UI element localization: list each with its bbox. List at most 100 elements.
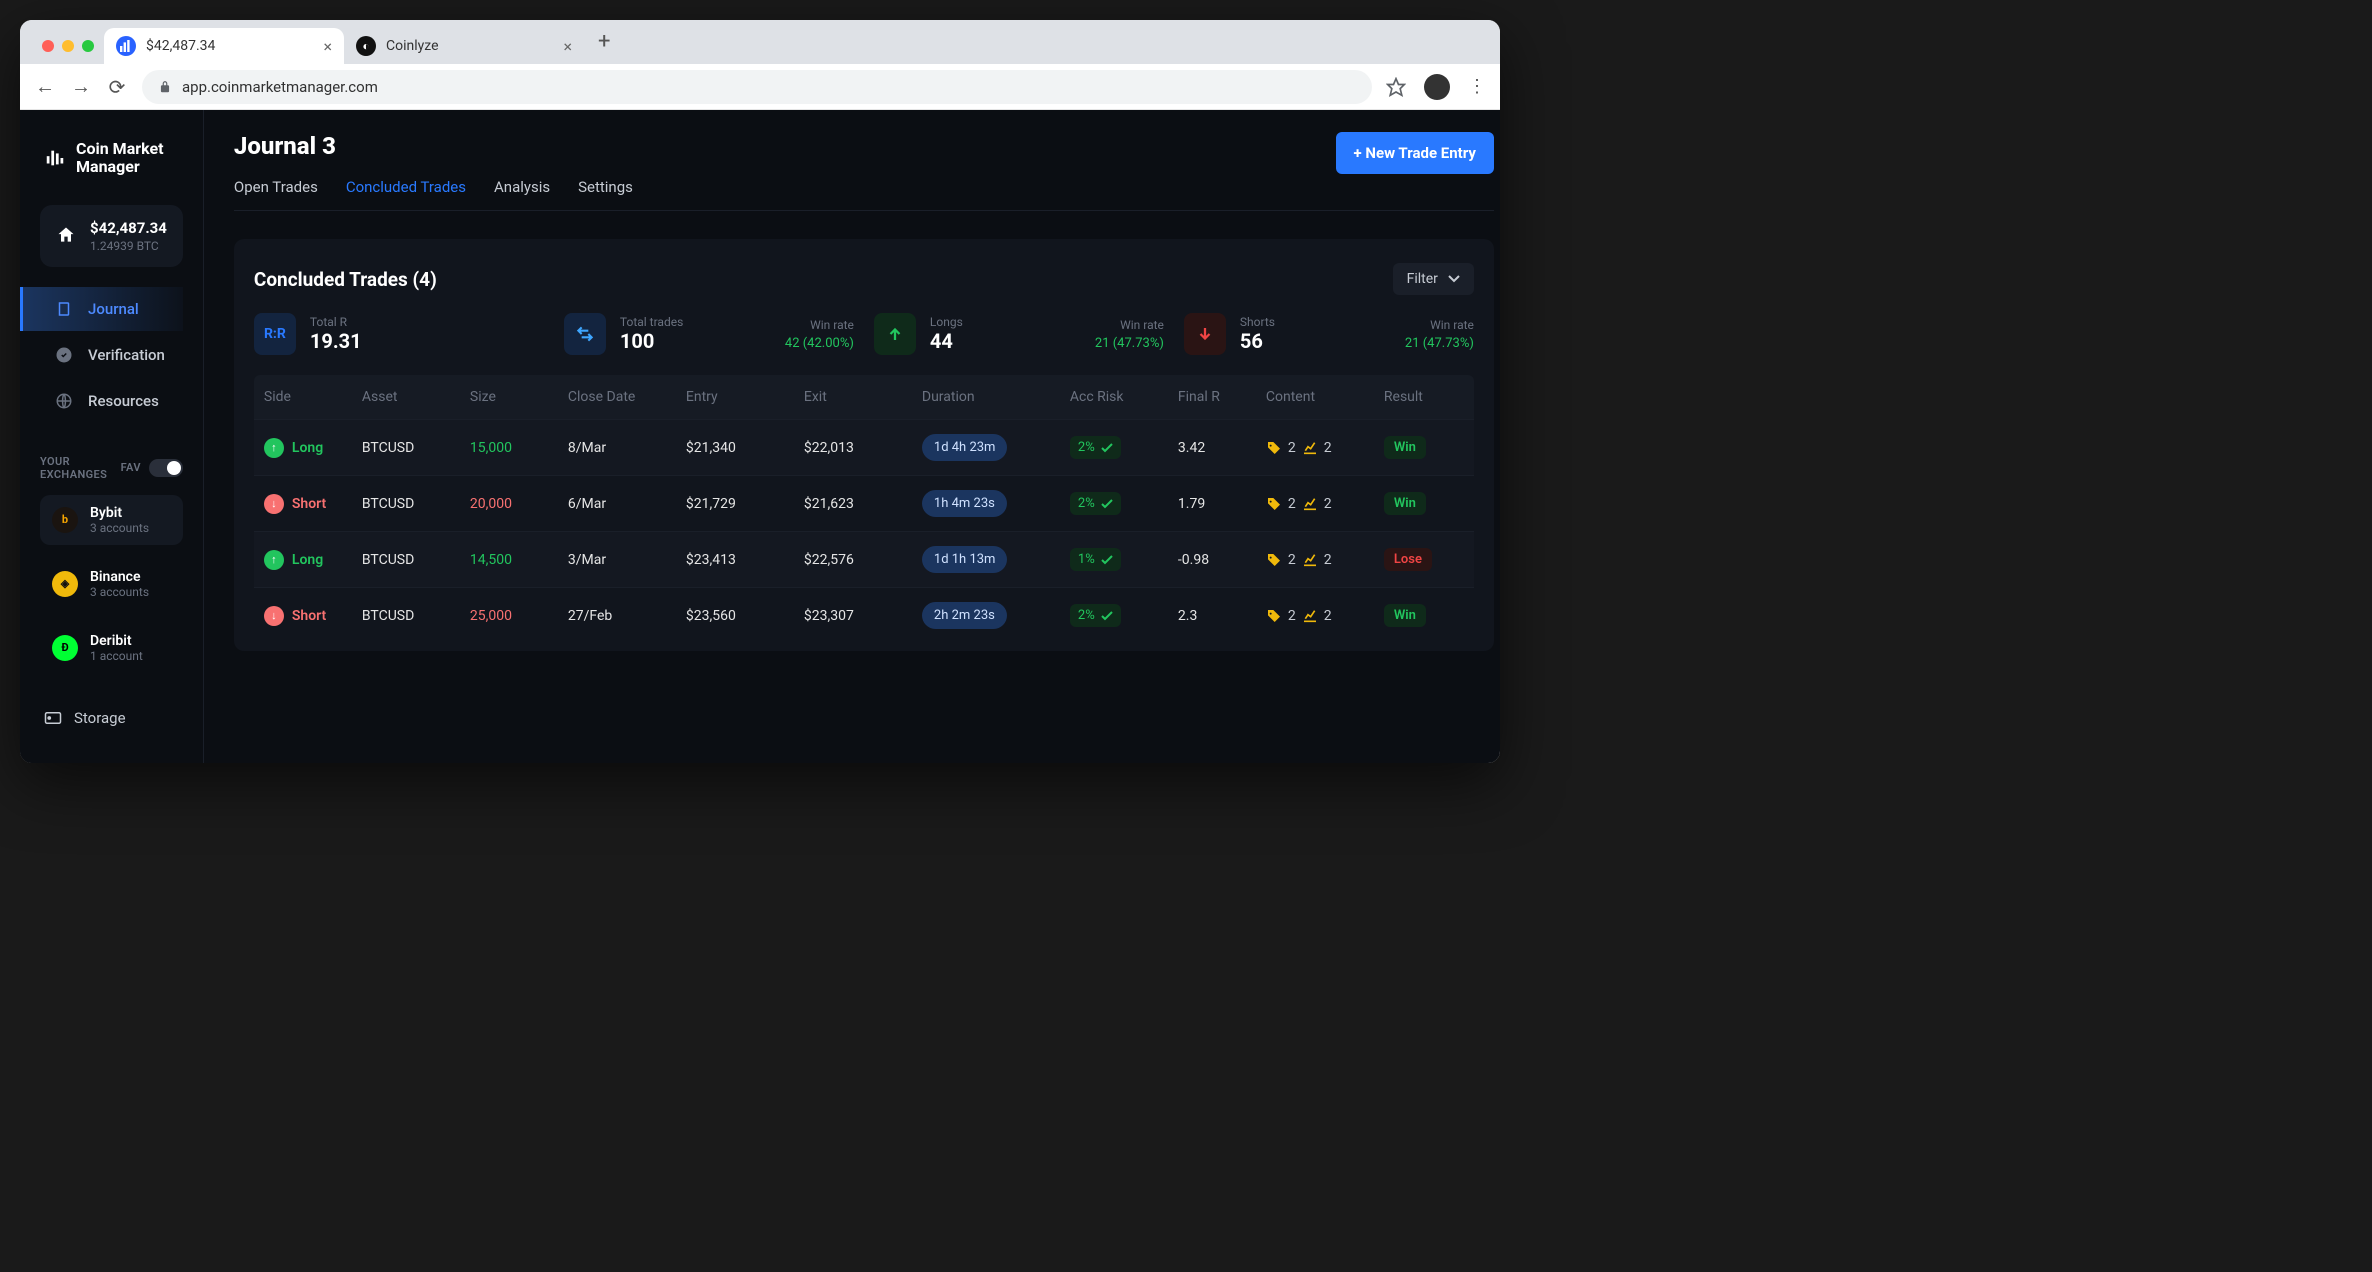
cell-side: ↑ Long xyxy=(264,550,354,570)
sidebar-item-resources[interactable]: Resources xyxy=(40,379,183,423)
sidebar-item-verification[interactable]: Verification xyxy=(40,333,183,377)
close-tab-icon[interactable]: × xyxy=(323,37,332,56)
maximize-window-icon[interactable] xyxy=(82,40,94,52)
tag-count: 2 xyxy=(1288,608,1296,624)
browser-tab-active[interactable]: $42,487.34 × xyxy=(104,28,344,64)
arrow-down-icon xyxy=(1184,313,1226,355)
cell-close-date: 6/Mar xyxy=(568,496,678,512)
concluded-trades-panel: Concluded Trades (4) Filter R:R Total R … xyxy=(234,239,1494,651)
new-tab-button[interactable]: + xyxy=(584,29,624,64)
check-circle-icon xyxy=(54,345,74,365)
chart-count: 2 xyxy=(1324,608,1332,624)
side-text: Short xyxy=(292,496,326,512)
col-result: Result xyxy=(1384,389,1464,405)
cell-final-r: 1.79 xyxy=(1178,496,1258,512)
tag-count: 2 xyxy=(1288,552,1296,568)
trades-table: Side Asset Size Close Date Entry Exit Du… xyxy=(254,375,1474,643)
stat-longs: Longs 44 Win rate 21 (47.73%) xyxy=(874,313,1164,355)
brand-logo[interactable]: Coin Market Manager xyxy=(40,134,183,191)
tab-settings[interactable]: Settings xyxy=(578,178,633,210)
bookmark-icon[interactable] xyxy=(1386,77,1406,97)
sidebar-item-label: Journal xyxy=(88,300,139,318)
cell-acc-risk: 2% xyxy=(1070,436,1170,459)
cell-size: 14,500 xyxy=(470,552,560,568)
cell-result: Win xyxy=(1384,604,1464,627)
filter-label: Filter xyxy=(1407,271,1438,287)
cell-entry: $21,340 xyxy=(686,440,796,456)
brand-line1: Coin Market xyxy=(76,140,164,158)
col-entry: Entry xyxy=(686,389,796,405)
bybit-icon: b xyxy=(52,507,78,533)
exchange-item-binance[interactable]: ◈ Binance 3 accounts xyxy=(40,559,183,609)
sidebar-item-journal[interactable]: Journal xyxy=(20,287,183,331)
exchange-item-deribit[interactable]: Đ Deribit 1 account xyxy=(40,623,183,673)
chart-icon xyxy=(1302,608,1318,624)
stat-total-trades: Total trades 100 Win rate 42 (42.00%) xyxy=(564,313,854,355)
new-trade-button[interactable]: + New Trade Entry xyxy=(1336,132,1494,174)
filter-button[interactable]: Filter xyxy=(1393,263,1474,295)
tab-concluded-trades[interactable]: Concluded Trades xyxy=(346,178,466,210)
fav-toggle[interactable] xyxy=(149,459,183,477)
cell-side: ↑ Long xyxy=(264,438,354,458)
winrate-value: 21 (47.73%) xyxy=(1095,336,1164,351)
forward-icon[interactable]: → xyxy=(70,74,92,99)
sidebar: Coin Market Manager $42,487.34 1.24939 B… xyxy=(20,110,204,763)
menu-icon[interactable]: ⋮ xyxy=(1468,76,1486,97)
journal-tabs: Open Trades Concluded Trades Analysis Se… xyxy=(234,178,633,210)
cell-acc-risk: 2% xyxy=(1070,492,1170,515)
sidebar-item-storage[interactable]: Storage xyxy=(40,697,183,739)
minimize-window-icon[interactable] xyxy=(62,40,74,52)
cell-entry: $21,729 xyxy=(686,496,796,512)
exchange-name: Bybit xyxy=(90,505,149,521)
cell-final-r: 3.42 xyxy=(1178,440,1258,456)
winrate-value: 42 (42.00%) xyxy=(785,336,854,351)
chevron-down-icon xyxy=(1448,275,1460,283)
table-row[interactable]: ↓ Short BTCUSD 25,000 27/Feb $23,560 $23… xyxy=(254,587,1474,643)
winrate-label: Win rate xyxy=(1095,318,1164,332)
winrate-label: Win rate xyxy=(1405,318,1474,332)
tag-count: 2 xyxy=(1288,440,1296,456)
balance-card[interactable]: $42,487.34 1.24939 BTC xyxy=(40,205,183,267)
winrate-label: Win rate xyxy=(785,318,854,332)
transfer-icon xyxy=(564,313,606,355)
exchange-item-bybit[interactable]: b Bybit 3 accounts xyxy=(40,495,183,545)
balance-btc: 1.24939 BTC xyxy=(90,239,167,253)
browser-tab-inactive[interactable]: ◐ Coinlyze × xyxy=(344,28,584,64)
profile-avatar[interactable] xyxy=(1424,74,1450,100)
table-row[interactable]: ↓ Short BTCUSD 20,000 6/Mar $21,729 $21,… xyxy=(254,475,1474,531)
close-window-icon[interactable] xyxy=(42,40,54,52)
cell-asset: BTCUSD xyxy=(362,608,462,624)
cell-entry: $23,560 xyxy=(686,608,796,624)
stat-label: Total trades xyxy=(620,315,683,329)
cell-exit: $23,307 xyxy=(804,608,914,624)
tag-icon xyxy=(1266,608,1282,624)
panel-title: Concluded Trades (4) xyxy=(254,268,437,291)
col-close-date: Close Date xyxy=(568,389,678,405)
brand-line2: Manager xyxy=(76,158,164,176)
cell-result: Win xyxy=(1384,436,1464,459)
sidebar-item-label: Verification xyxy=(88,346,165,364)
close-tab-icon[interactable]: × xyxy=(563,37,572,56)
window-controls xyxy=(36,40,104,64)
main-content: Journal 3 Open Trades Concluded Trades A… xyxy=(204,110,1500,763)
exchange-sub: 1 account xyxy=(90,649,143,663)
side-text: Short xyxy=(292,608,326,624)
col-side: Side xyxy=(264,389,354,405)
cell-acc-risk: 2% xyxy=(1070,604,1170,627)
tab-analysis[interactable]: Analysis xyxy=(494,178,550,210)
col-final-r: Final R xyxy=(1178,389,1258,405)
address-bar[interactable]: app.coinmarketmanager.com xyxy=(142,70,1372,104)
tab-open-trades[interactable]: Open Trades xyxy=(234,178,318,210)
favicon-icon xyxy=(116,36,136,56)
table-row[interactable]: ↑ Long BTCUSD 14,500 3/Mar $23,413 $22,5… xyxy=(254,531,1474,587)
reload-icon[interactable]: ⟳ xyxy=(106,75,128,99)
tag-count: 2 xyxy=(1288,496,1296,512)
deribit-icon: Đ xyxy=(52,635,78,661)
table-row[interactable]: ↑ Long BTCUSD 15,000 8/Mar $21,340 $22,0… xyxy=(254,419,1474,475)
chart-count: 2 xyxy=(1324,496,1332,512)
cell-size: 15,000 xyxy=(470,440,560,456)
back-icon[interactable]: ← xyxy=(34,74,56,99)
cell-duration: 1h 4m 23s xyxy=(922,490,1062,517)
storage-icon xyxy=(44,711,62,725)
exchange-name: Binance xyxy=(90,569,149,585)
